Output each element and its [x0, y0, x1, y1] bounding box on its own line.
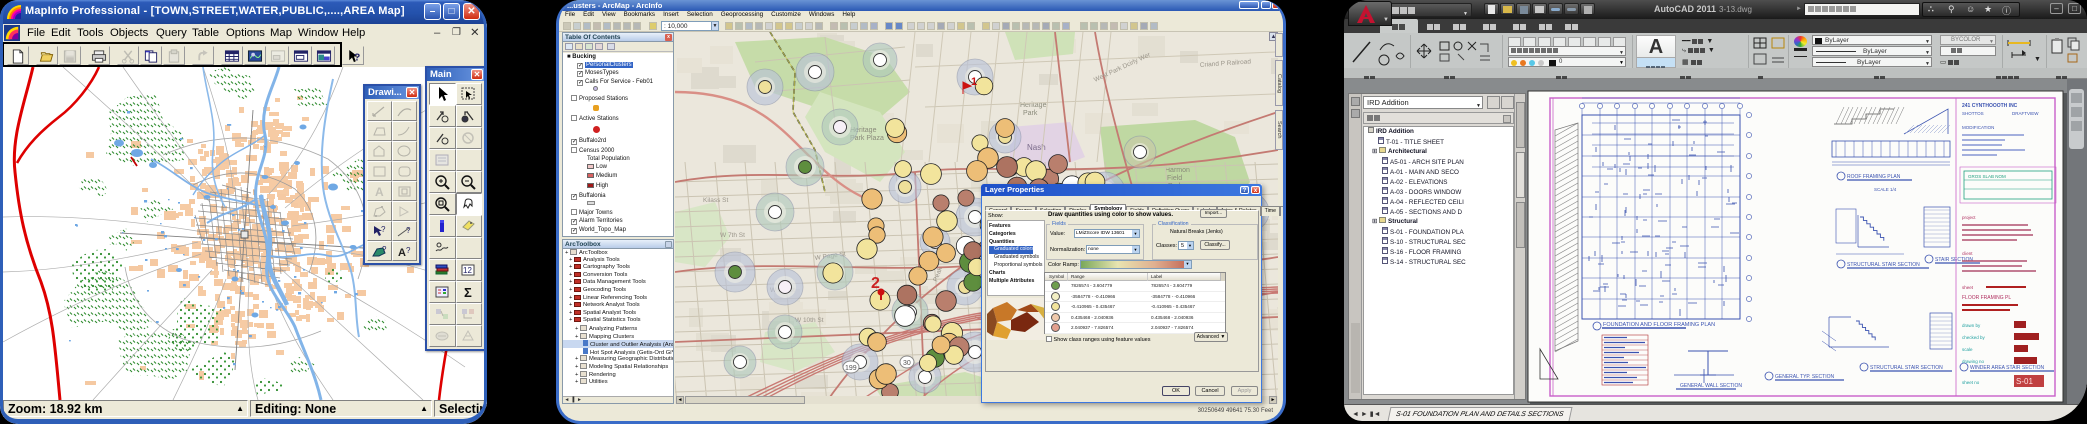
svg-text:ROOF FRAMING PLAN: ROOF FRAMING PLAN: [1847, 174, 1901, 180]
svg-text:scale: scale: [1962, 347, 1973, 352]
svg-text:A: A: [398, 247, 406, 259]
svg-text:?: ?: [406, 246, 411, 255]
svg-text:1: 1: [971, 76, 977, 88]
svg-text:?: ?: [381, 225, 386, 234]
svg-text:sheet no: sheet no: [1962, 380, 1980, 385]
svg-text:SHOTTOS: SHOTTOS: [1962, 111, 1984, 116]
svg-text:MODIFICATION: MODIFICATION: [1962, 125, 1994, 130]
svg-text:FLOOR FRAMING PL: FLOOR FRAMING PL: [1962, 295, 2011, 301]
svg-text:Harmon: Harmon: [1165, 167, 1190, 174]
svg-text:?: ?: [406, 226, 411, 235]
svg-text:STAIR SECTION: STAIR SECTION: [1935, 257, 1973, 263]
svg-text:241 CYNTHOOOTH INC: 241 CYNTHOOOTH INC: [1962, 103, 2018, 109]
svg-text:Field: Field: [1167, 175, 1182, 182]
svg-text:SCALE 1/4: SCALE 1/4: [1874, 187, 1897, 192]
svg-text:?: ?: [354, 52, 360, 63]
svg-text:A: A: [375, 185, 384, 199]
svg-text:W 7th St: W 7th St: [720, 232, 745, 239]
svg-text:?: ?: [382, 245, 387, 254]
svg-text:client: client: [1962, 251, 1973, 256]
svg-text:Kilass St: Kilass St: [703, 197, 728, 204]
svg-text:Σ: Σ: [464, 285, 472, 300]
svg-text:sheet: sheet: [1962, 285, 1974, 290]
svg-text:WINDER AREA STAIR SECTION: WINDER AREA STAIR SECTION: [1970, 365, 2044, 371]
svg-text:STRUCTURAL STAIR SECTION: STRUCTURAL STAIR SECTION: [1870, 365, 1943, 371]
svg-text:12: 12: [463, 266, 472, 275]
svg-text:Park: Park: [1023, 110, 1038, 117]
svg-text:2: 2: [871, 275, 880, 292]
svg-text:drawing no: drawing no: [1962, 359, 1985, 364]
svg-text:FOUNDATION AND FLOOR FRAMING P: FOUNDATION AND FLOOR FRAMING PLAN: [1603, 322, 1715, 328]
svg-text:199: 199: [845, 365, 857, 372]
svg-text:DRAFTVIEW: DRAFTVIEW: [2012, 111, 2039, 116]
svg-text:project: project: [1962, 215, 1976, 220]
svg-text:drawn by: drawn by: [1962, 323, 1981, 328]
svg-text:checked by: checked by: [1962, 335, 1986, 340]
svg-text:▼: ▼: [2034, 56, 2041, 63]
svg-text:GENERAL WALL SECTION: GENERAL WALL SECTION: [1680, 383, 1742, 389]
svg-text:GENERAL TYP. SECTION: GENERAL TYP. SECTION: [1775, 374, 1834, 380]
svg-text:STRUCTURAL STAIR SECTION: STRUCTURAL STAIR SECTION: [1847, 262, 1920, 268]
svg-text:GROS SLAB NOM: GROS SLAB NOM: [1968, 174, 2006, 179]
svg-text:S-01: S-01: [2016, 377, 2033, 386]
svg-text:30: 30: [903, 360, 911, 367]
